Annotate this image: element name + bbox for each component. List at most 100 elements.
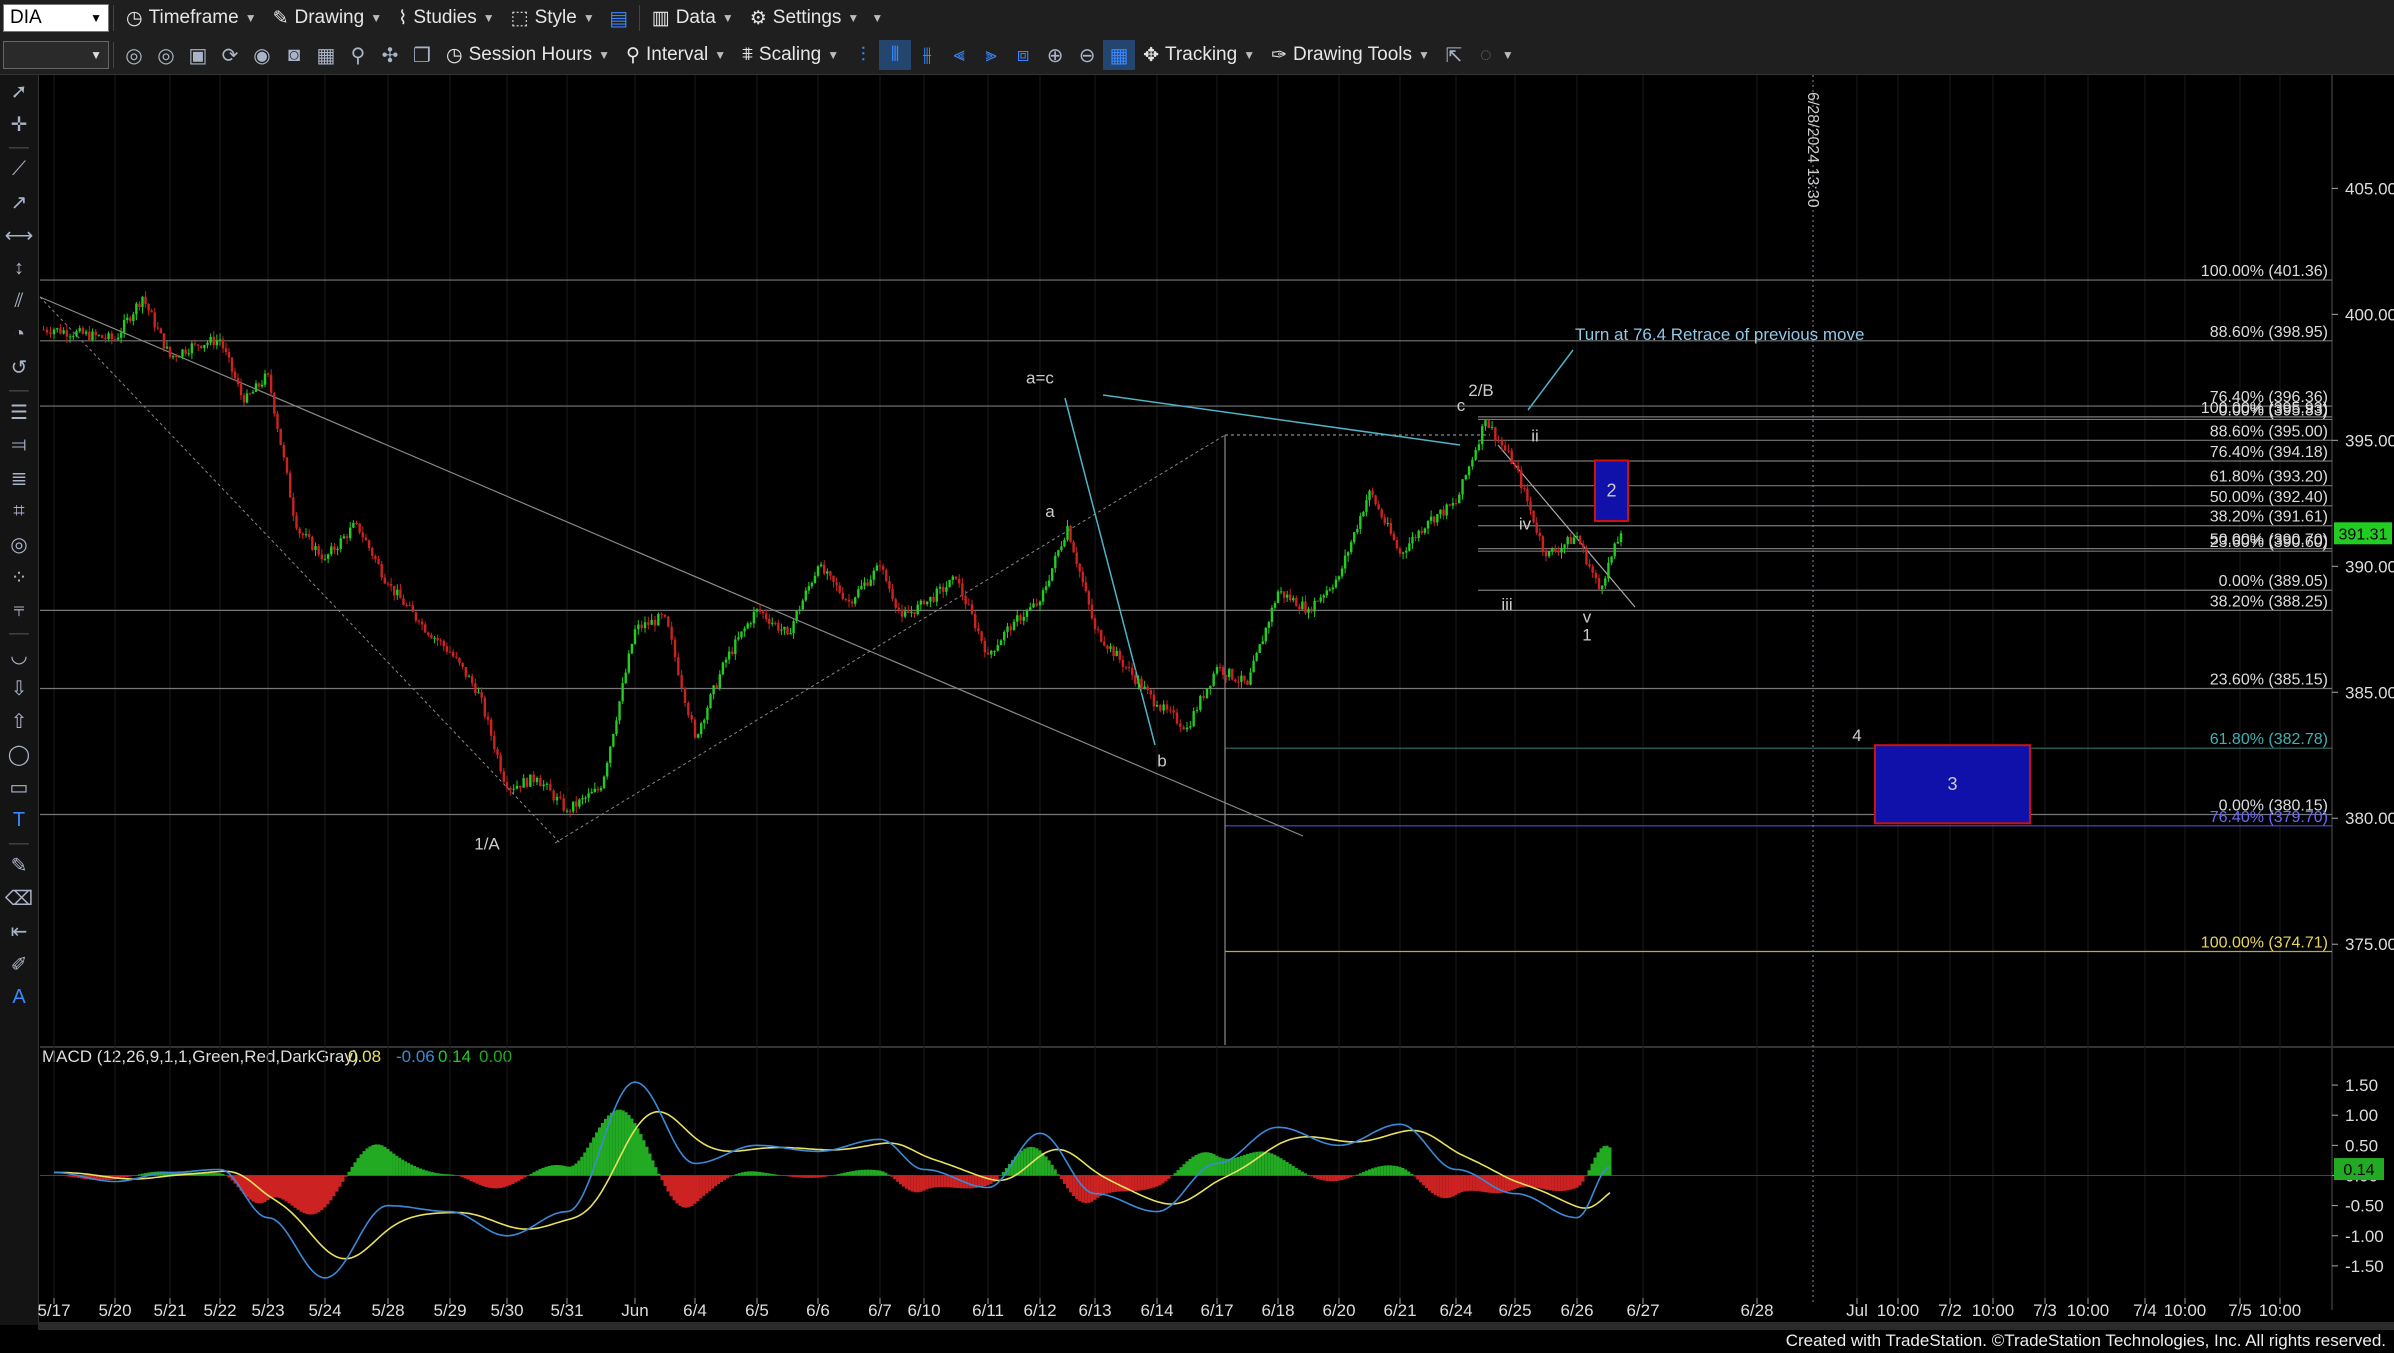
measure-icon[interactable]: ⇤ (0, 915, 38, 948)
time-tick-label: 5/20 (98, 1301, 131, 1320)
search-icon[interactable]: ⚲ (342, 40, 374, 70)
secondary-input[interactable]: ▼ (3, 41, 109, 69)
style-menu[interactable]: ⬚ Style ▼ (503, 3, 603, 33)
zoom-in-icon[interactable]: ⊕ (1039, 40, 1071, 70)
candle-body (200, 345, 203, 349)
chevron-down-icon[interactable]: ▼ (90, 48, 102, 62)
candle-body (1035, 603, 1038, 606)
chat-icon[interactable]: ◌ (1470, 40, 1502, 70)
candle-body (311, 536, 314, 550)
candle-body (156, 327, 159, 329)
hollow-candle-icon[interactable]: ⫵ (911, 40, 943, 70)
candle-body (417, 620, 421, 622)
tracking-menu[interactable]: ✥ Tracking ▼ (1135, 40, 1263, 70)
time-tick-label: 6/17 (1200, 1301, 1233, 1320)
andrews-icon[interactable]: ⁘ (0, 561, 38, 594)
candle-body (461, 662, 464, 667)
candle-body (1464, 475, 1468, 480)
fib-timezone-icon[interactable]: ≣ (0, 462, 38, 495)
timeframe-menu[interactable]: ◷ Timeframe ▼ (118, 3, 265, 33)
cycle-icon[interactable]: ◔ (0, 318, 38, 351)
candle-body (1471, 459, 1474, 467)
drawing-tools-menu[interactable]: ✑ Drawing Tools ▼ (1263, 40, 1438, 70)
candle-body (254, 383, 258, 392)
candle-body (175, 355, 178, 358)
data-menu[interactable]: ▥ Data ▼ (644, 3, 742, 33)
candle-chart-icon[interactable]: ⫴ (879, 40, 912, 70)
candle-body (1401, 552, 1405, 554)
price-chart[interactable]: DIA(HB) - 30 min ARCX L=391.31 0.29 0.07… (0, 0, 2394, 1353)
wave-label: 1 (1582, 625, 1591, 644)
fib-retracement-icon[interactable]: ☰ (0, 396, 38, 429)
link-icon[interactable]: ◎ (118, 40, 150, 70)
compress-icon[interactable]: ⫷ (943, 40, 975, 70)
macd-tick-label: -0.50 (2345, 1197, 2384, 1216)
fib-extension-icon[interactable]: ⫤ (0, 429, 38, 462)
bar-chart-icon[interactable]: ⫶ (847, 40, 879, 70)
wave-label: a=c (1026, 368, 1054, 387)
macd-label: MACD (12,26,9,1,1,Green,Red,DarkGray) (42, 1047, 359, 1066)
ray-icon[interactable]: ↗ (0, 186, 38, 219)
horizontal-scrollbar[interactable] (38, 1322, 2394, 1330)
window-icon[interactable]: ▣ (182, 40, 214, 70)
zoom-out-icon[interactable]: ⊖ (1071, 40, 1103, 70)
speed-lines-icon[interactable]: ◎ (0, 528, 38, 561)
time-tick-label: 6/4 (683, 1301, 707, 1320)
symbol-input[interactable]: DIA ▼ (3, 4, 109, 32)
arrow-down-icon[interactable]: ⇩ (0, 672, 38, 705)
candle-body (650, 619, 653, 625)
curve-icon[interactable]: ◡ (0, 639, 38, 672)
trendline-icon[interactable]: ⟋ (0, 153, 38, 186)
wrench-icon[interactable]: ✣ (374, 40, 406, 70)
candle-body (1325, 590, 1328, 596)
split-icon[interactable]: ⧈ (1007, 40, 1039, 70)
overflow-chevron-icon[interactable]: ▼ (871, 11, 883, 25)
candle-body (860, 585, 863, 590)
settings-menu[interactable]: ⚙ Settings ▼ (742, 3, 868, 33)
camera-icon[interactable]: ◙ (278, 40, 310, 70)
horizontal-line-icon[interactable]: ⟷ (0, 219, 38, 252)
ellipse-icon[interactable]: ◯ (0, 738, 38, 771)
candle-body (1264, 627, 1267, 642)
target-icon[interactable]: ◉ (246, 40, 278, 70)
highlighter-icon[interactable]: ✐ (0, 948, 38, 981)
channel-icon[interactable]: ⫽ (0, 285, 38, 318)
pen-icon[interactable]: ✎ (0, 849, 38, 882)
link2-icon[interactable]: ◎ (150, 40, 182, 70)
candle-body (599, 788, 603, 791)
candle-body (596, 788, 600, 791)
eraser-icon[interactable]: ⌫ (0, 882, 38, 915)
trendline-dotted (39, 296, 561, 844)
save-icon[interactable]: ▦ (310, 40, 342, 70)
chevron-down-icon[interactable]: ▼ (90, 11, 102, 25)
vertical-line-icon[interactable]: ↕ (0, 252, 38, 285)
pointer-icon[interactable]: ➚ (0, 75, 38, 108)
time-tick-label: 6/14 (1140, 1301, 1173, 1320)
candle-body (1439, 509, 1442, 515)
scaling-menu[interactable]: ⩨ Scaling ▼ (734, 40, 847, 70)
rectangle-icon[interactable]: ▭ (0, 771, 38, 804)
time-tick-label: 5/29 (433, 1301, 466, 1320)
expand-icon[interactable]: ⫸ (975, 40, 1007, 70)
time-tick-label: 6/6 (806, 1301, 830, 1320)
grid-icon[interactable]: ▦ (1103, 40, 1136, 70)
export-icon[interactable]: ⇱ (1438, 40, 1470, 70)
time-axis: 5/17 5/20 5/21 5/22 5/23 5/24 5/28 5/29 5/30 5/31… (37, 1298, 2301, 1320)
chevron-down-icon: ▼ (847, 11, 860, 25)
overflow-chevron-icon[interactable]: ▼ (1502, 48, 1514, 62)
arrow-up-icon[interactable]: ⇧ (0, 705, 38, 738)
text-box-icon[interactable]: A (0, 981, 38, 1014)
candle-body (798, 609, 801, 612)
gann-icon[interactable]: ⌗ (0, 495, 38, 528)
interval-menu[interactable]: ⚲ Interval ▼ (618, 40, 734, 70)
drawing-menu[interactable]: ✎ Drawing ▼ (265, 3, 391, 33)
time-tick-label: 6/28 (1740, 1301, 1773, 1320)
candle-body (304, 534, 308, 536)
candle-body (1497, 440, 1500, 442)
candle-body (52, 329, 56, 335)
studies-menu[interactable]: ⌇ Studies ▼ (390, 3, 503, 33)
refresh-icon[interactable]: ⟳ (214, 40, 246, 70)
layout-icon[interactable]: ▤ (603, 3, 635, 33)
session-hours-menu[interactable]: ◷ Session Hours ▼ (438, 40, 618, 70)
copy-icon[interactable]: ❐ (406, 40, 438, 70)
